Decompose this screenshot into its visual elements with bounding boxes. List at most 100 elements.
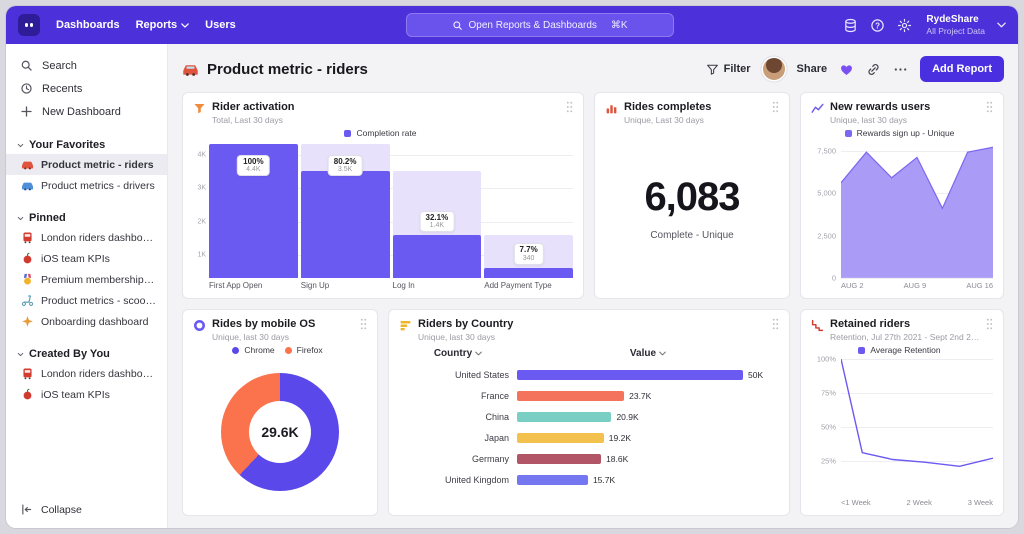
column-header-country[interactable]: Country bbox=[399, 348, 517, 359]
page-title: Product metric - riders bbox=[207, 61, 368, 78]
share-label: Share bbox=[797, 63, 828, 75]
drag-handle-icon[interactable] bbox=[566, 101, 573, 125]
sidebar-item-london-riders-dashboard[interactable]: London riders dashboard bbox=[6, 363, 167, 384]
filter-button[interactable]: Filter bbox=[706, 63, 751, 76]
sidebar-item-ios-team-kpis[interactable]: iOS team KPIs bbox=[6, 248, 167, 269]
x-axis-label: <1 Week bbox=[841, 498, 871, 507]
sidebar-recents[interactable]: Recents bbox=[6, 77, 167, 100]
value-bar bbox=[517, 475, 588, 485]
nav-item-reports[interactable]: Reports bbox=[136, 19, 190, 31]
chevron-down-icon bbox=[16, 214, 25, 223]
sidebar-item-product-metrics-drivers[interactable]: Product metrics - drivers bbox=[6, 175, 167, 196]
x-axis-label: AUG 9 bbox=[904, 281, 927, 290]
caret-down-icon bbox=[659, 351, 666, 356]
funnel-step-label: Sign Up bbox=[301, 281, 390, 290]
x-axis-label: 3 Week bbox=[968, 498, 993, 507]
conversion-badge: 100%4.4K bbox=[237, 155, 269, 176]
table-row[interactable]: United States50K bbox=[399, 364, 779, 385]
nav-item-dashboards[interactable]: Dashboards bbox=[56, 19, 120, 31]
nav-item-users[interactable]: Users bbox=[205, 19, 236, 31]
section-header-your-favorites[interactable]: Your Favorites bbox=[6, 136, 167, 154]
value-bar bbox=[517, 433, 604, 443]
card-rider-activation: Rider activation Total, Last 30 days Com… bbox=[182, 92, 584, 299]
copy-link-icon[interactable] bbox=[866, 62, 881, 77]
page-header: Product metric - riders Filter Share bbox=[182, 52, 1004, 86]
apple-icon bbox=[21, 252, 34, 265]
table-row[interactable]: United Kingdom15.7K bbox=[399, 469, 779, 490]
share-button[interactable]: Share bbox=[797, 63, 828, 75]
settings-gear-icon[interactable] bbox=[897, 18, 912, 33]
drag-handle-icon[interactable] bbox=[772, 318, 779, 342]
funnel-chart-icon bbox=[193, 102, 206, 115]
sidebar-item-premium-membership-launch[interactable]: Premium membership launch bbox=[6, 269, 167, 290]
drag-handle-icon[interactable] bbox=[772, 101, 779, 125]
y-axis-label: 5,000 bbox=[817, 189, 836, 198]
value-label: 23.7K bbox=[629, 391, 651, 401]
funnel-step[interactable]: 32.1%1.4K bbox=[393, 144, 482, 278]
funnel-step[interactable]: 100%4.4K bbox=[209, 144, 298, 278]
sidebar: SearchRecentsNew Dashboard Your Favorite… bbox=[6, 44, 168, 528]
help-icon[interactable]: ? bbox=[870, 18, 885, 33]
sidebar-search[interactable]: Search bbox=[6, 54, 167, 77]
funnel-chart: 4K3K2K1K100%4.4K80.2%3.5K32.1%1.4K7.7%34… bbox=[193, 144, 573, 278]
line-chart-icon bbox=[811, 102, 824, 115]
country-label: Germany bbox=[399, 454, 517, 464]
project-name: RydeShare bbox=[926, 14, 985, 26]
database-icon[interactable] bbox=[843, 18, 858, 33]
drag-handle-icon[interactable] bbox=[986, 101, 993, 125]
favorite-heart-icon[interactable] bbox=[839, 62, 854, 77]
donut-chart[interactable]: 29.6K bbox=[221, 373, 339, 491]
table-row[interactable]: Germany 18.6K bbox=[399, 448, 779, 469]
chevron-down-icon[interactable] bbox=[997, 22, 1006, 28]
sidebar-item-ios-team-kpis[interactable]: iOS team KPIs bbox=[6, 384, 167, 405]
y-axis-label: 3K bbox=[193, 185, 206, 192]
conversion-badge: 32.1%1.4K bbox=[420, 211, 455, 232]
user-avatar[interactable] bbox=[763, 58, 785, 80]
medal-icon bbox=[21, 273, 34, 286]
sidebar-tools: SearchRecentsNew Dashboard bbox=[6, 54, 167, 123]
column-header-value[interactable]: Value bbox=[517, 348, 779, 359]
y-axis-label: 75% bbox=[821, 389, 836, 398]
funnel-step[interactable]: 80.2%3.5K bbox=[301, 144, 390, 278]
main-content: Product metric - riders Filter Share bbox=[168, 44, 1018, 528]
drag-handle-icon[interactable] bbox=[360, 318, 367, 342]
caret-down-icon bbox=[475, 351, 482, 356]
funnel-step[interactable]: 7.7%340 bbox=[484, 144, 573, 278]
section-header-created-by-you[interactable]: Created By You bbox=[6, 345, 167, 363]
add-report-button[interactable]: Add Report bbox=[920, 56, 1004, 82]
value-label: 50K bbox=[748, 370, 763, 380]
value-bar bbox=[517, 370, 743, 380]
retention-chart bbox=[841, 359, 993, 495]
country-label: China bbox=[399, 412, 517, 422]
value-label: 18.6K bbox=[606, 454, 628, 464]
topnav-right: ? RydeShare All Project Data bbox=[843, 14, 1006, 36]
sidebar-new-dashboard[interactable]: New Dashboard bbox=[6, 100, 167, 123]
y-axis-label: 4K bbox=[193, 151, 206, 158]
x-axis-label: AUG 2 bbox=[841, 281, 864, 290]
card-riders-by-country: Riders by Country Unique, last 30 days C… bbox=[388, 309, 790, 516]
more-options-icon[interactable] bbox=[893, 62, 908, 77]
collapse-button[interactable]: Collapse bbox=[6, 491, 167, 528]
global-search-input[interactable]: Open Reports & Dashboards ⌘K bbox=[406, 13, 674, 37]
chevron-down-icon bbox=[16, 141, 25, 150]
table-row[interactable]: Japan 19.2K bbox=[399, 427, 779, 448]
svg-text:?: ? bbox=[875, 21, 880, 30]
metric-value: 6,083 bbox=[644, 175, 739, 220]
search-icon bbox=[20, 59, 33, 72]
drag-handle-icon[interactable] bbox=[986, 318, 993, 342]
app-logo-icon[interactable] bbox=[18, 14, 40, 36]
sidebar-item-product-metrics-scooters[interactable]: Product metrics - scooters bbox=[6, 290, 167, 311]
project-selector[interactable]: RydeShare All Project Data bbox=[926, 14, 985, 36]
sidebar-item-london-riders-dashboard[interactable]: London riders dashboard bbox=[6, 227, 167, 248]
country-label: Japan bbox=[399, 433, 517, 443]
table-row[interactable]: France23.7K bbox=[399, 385, 779, 406]
card-title: Retained riders bbox=[830, 318, 980, 331]
dashboard-grid: Rider activation Total, Last 30 days Com… bbox=[182, 92, 1004, 516]
sidebar-item-product-metric-riders[interactable]: Product metric - riders bbox=[6, 154, 167, 175]
table-row[interactable]: China20.9K bbox=[399, 406, 779, 427]
section-header-pinned[interactable]: Pinned bbox=[6, 209, 167, 227]
sidebar-item-onboarding-dashboard[interactable]: Onboarding dashboard bbox=[6, 311, 167, 332]
value-label: 19.2K bbox=[609, 433, 631, 443]
filter-label: Filter bbox=[724, 63, 751, 75]
caret-down-icon bbox=[181, 19, 189, 31]
